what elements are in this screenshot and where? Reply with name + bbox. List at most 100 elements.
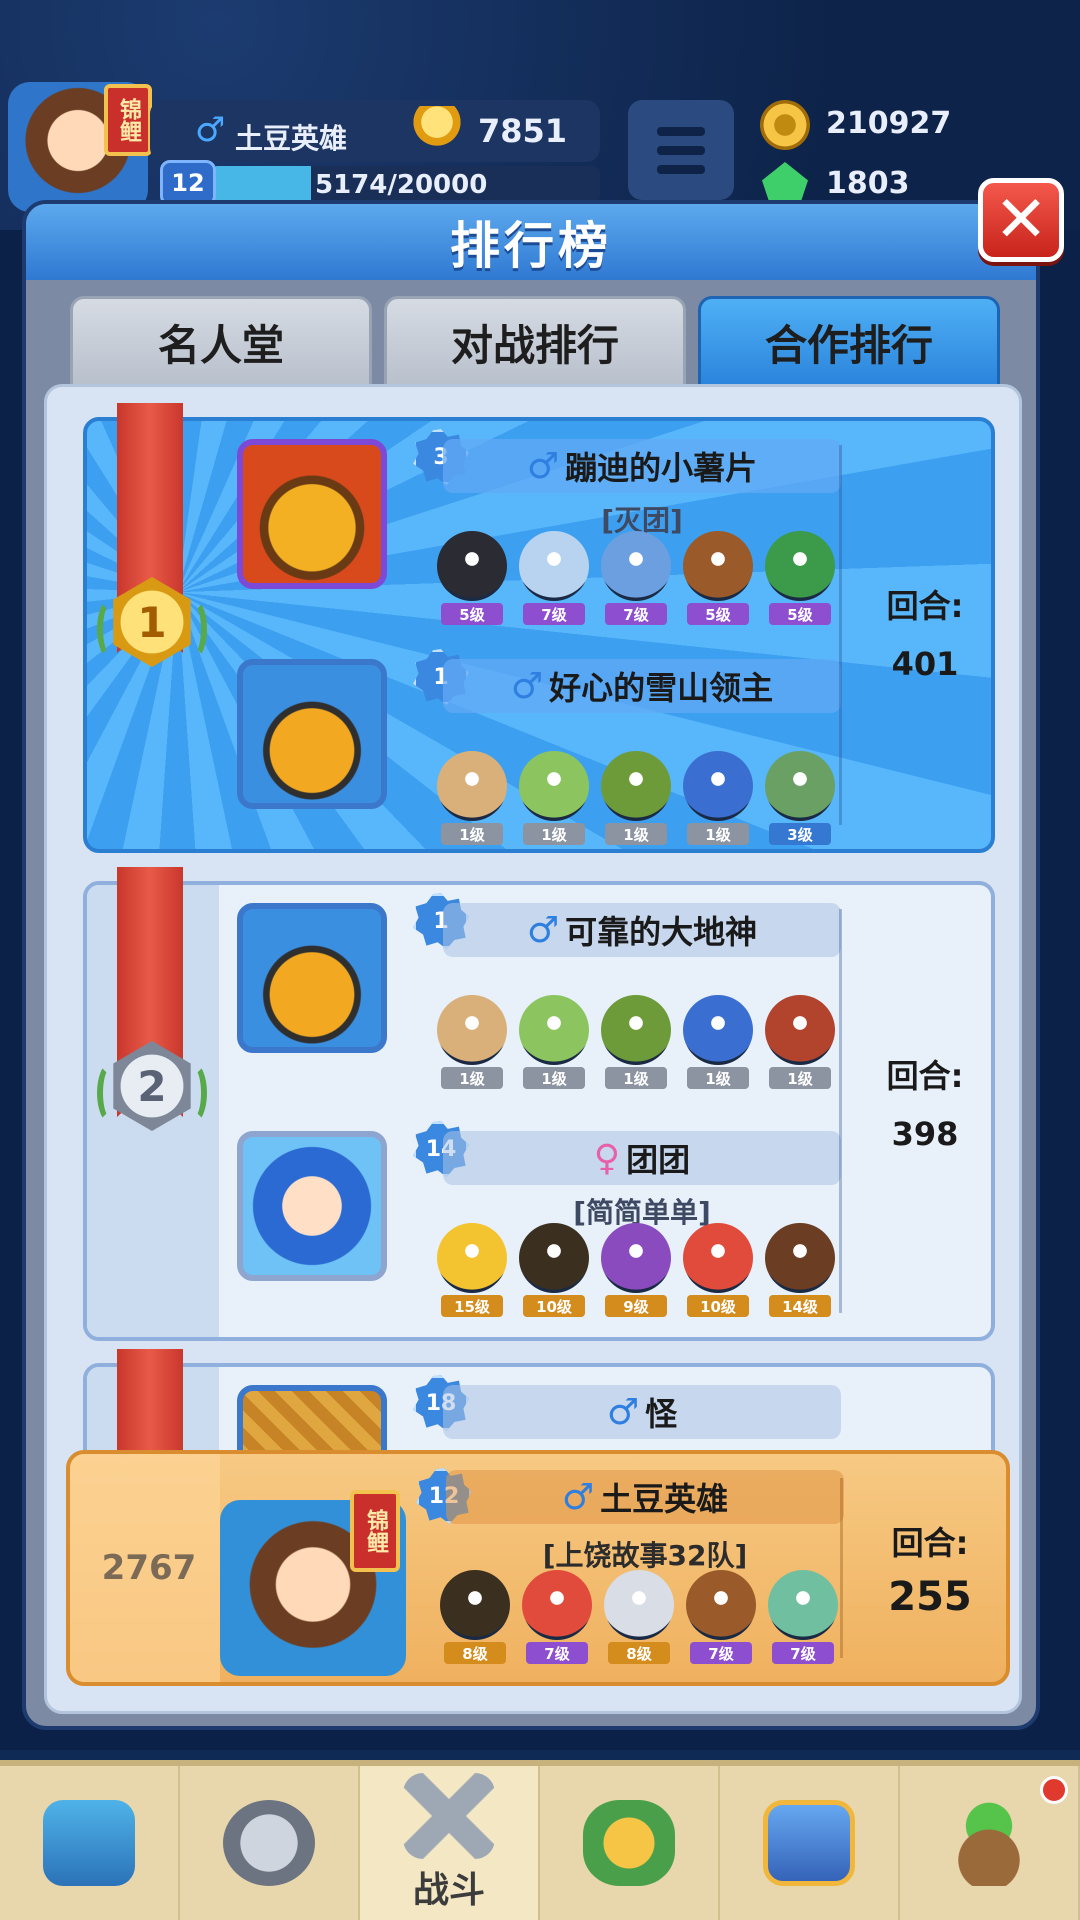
male-icon: ♂	[526, 445, 560, 487]
tab-battle-ranking[interactable]: 对战排行	[384, 296, 686, 388]
nav-heroes[interactable]	[180, 1766, 360, 1920]
trophy-icon	[412, 106, 462, 152]
hero-level-badge: 10级	[523, 1295, 585, 1317]
leaderboard-tabs: 名人堂 对战排行 合作排行	[70, 296, 1000, 388]
nav-label: 战斗	[412, 1870, 485, 1911]
hero-portrait[interactable]: 1级	[519, 751, 591, 851]
hero-portrait[interactable]: 1级	[765, 995, 837, 1095]
menu-button[interactable]	[628, 100, 734, 200]
nav-battle[interactable]: 战斗	[360, 1766, 540, 1920]
hero-portrait[interactable]: 8级	[604, 1570, 676, 1670]
hero-face-icon	[601, 1223, 671, 1293]
hero-portrait[interactable]: 7级	[686, 1570, 758, 1670]
hero-portrait[interactable]: 9级	[601, 1223, 673, 1323]
hero-portrait[interactable]: 8级	[440, 1570, 512, 1670]
hero-face-icon	[519, 1223, 589, 1293]
trophy-count: 7851	[478, 112, 568, 150]
crossed-swords-icon	[403, 1773, 495, 1859]
team-member-row[interactable]: 1 ♂ 可靠的大地神 1级 1级 1级 1级 1级	[237, 891, 841, 1091]
hero-face-icon	[437, 751, 507, 821]
player-avatar[interactable]	[237, 1131, 387, 1281]
player-avatar[interactable]	[237, 659, 387, 809]
hero-portrait[interactable]: 10级	[519, 1223, 591, 1323]
hero-portrait[interactable]: 1级	[601, 751, 673, 851]
hero-portrait[interactable]: 15级	[437, 1223, 509, 1323]
my-rank-number: 2767	[101, 1548, 197, 1588]
round-label: 回合:	[886, 587, 964, 625]
chest-icon	[43, 1800, 135, 1886]
hero-level-badge: 1级	[523, 823, 585, 845]
hero-face-icon	[440, 1570, 510, 1640]
hero-portrait[interactable]: 14级	[765, 1223, 837, 1323]
nav-ranking[interactable]	[540, 1766, 720, 1920]
name-plate: ♂ 土豆英雄	[446, 1470, 844, 1524]
coin-count: 210927	[826, 106, 952, 141]
hero-level-badge: 1级	[605, 823, 667, 845]
player-name: 好心的雪山领主	[549, 669, 774, 707]
hero-face-icon	[522, 1570, 592, 1640]
rank-card-1[interactable]: 1 3 ♂ 蹦迪的小薯片 [灭团] 5级 7级 7级 5级 5级 1 ♂ 好心的雪山领主…	[83, 403, 995, 853]
hero-portrait[interactable]: 3级	[765, 751, 837, 851]
hero-face-icon	[765, 751, 835, 821]
hero-portrait[interactable]: 7级	[768, 1570, 840, 1670]
hero-level-badge: 10级	[687, 1295, 749, 1317]
my-ranking-card[interactable]: 2767 锦鲤 12 ♂ 土豆英雄 [上饶故事32队] 8级 7级 8级 7级 7级 回…	[66, 1450, 1010, 1686]
hero-portrait[interactable]: 10级	[683, 1223, 755, 1323]
hero-portrait[interactable]: 1级	[601, 995, 673, 1095]
hero-portrait[interactable]: 1级	[683, 751, 755, 851]
hero-face-icon	[604, 1570, 674, 1640]
team-member-row[interactable]: 3 ♂ 蹦迪的小薯片 [灭团] 5级 7级 7级 5级 5级	[237, 427, 841, 627]
hero-portrait[interactable]: 1级	[683, 995, 755, 1095]
xp-bar-fill	[210, 166, 311, 202]
rank-card-2[interactable]: 2 1 ♂ 可靠的大地神 1级 1级 1级 1级 1级 14 ♀ 团团 [简简单单] 1…	[83, 867, 995, 1341]
hero-portrait[interactable]: 7级	[522, 1570, 594, 1670]
hero-portrait[interactable]: 5级	[437, 531, 509, 631]
hero-face-icon	[519, 751, 589, 821]
hero-level-badge: 7级	[690, 1642, 752, 1664]
hero-portrait[interactable]: 7级	[519, 531, 591, 631]
female-icon: ♀	[593, 1137, 621, 1179]
hero-face-icon	[519, 531, 589, 601]
player-name: 土豆英雄	[235, 122, 348, 155]
friends-icon	[763, 1800, 855, 1886]
player-avatar[interactable]	[237, 439, 387, 589]
nav-garden[interactable]	[900, 1766, 1080, 1920]
avatar-tag: 锦鲤	[104, 84, 152, 156]
player-name: 怪	[645, 1395, 678, 1433]
male-icon: ♂	[561, 1476, 595, 1518]
team-member-row[interactable]: 1 ♂ 好心的雪山领主 1级 1级 1级 1级 3级	[237, 647, 841, 847]
close-button[interactable]: ✕	[978, 178, 1064, 262]
hero-portrait[interactable]: 1级	[519, 995, 591, 1095]
sprout-icon	[943, 1800, 1035, 1886]
player-avatar[interactable]	[237, 903, 387, 1053]
hero-portrait[interactable]: 1级	[437, 995, 509, 1095]
hero-face-icon	[765, 995, 835, 1065]
hero-face-icon	[683, 995, 753, 1065]
player-name: 可靠的大地神	[565, 913, 758, 951]
hero-face-icon	[765, 531, 835, 601]
hero-level-badge: 1级	[769, 1067, 831, 1089]
hero-lineup: 15级 10级 9级 10级 14级	[437, 1223, 857, 1323]
round-label: 回合:	[886, 1057, 964, 1095]
round-value: 255	[888, 1574, 972, 1620]
round-label: 回合:	[891, 1524, 969, 1562]
hero-portrait[interactable]: 1级	[437, 751, 509, 851]
tab-hall-of-fame[interactable]: 名人堂	[70, 296, 372, 388]
hero-portrait[interactable]: 5级	[683, 531, 755, 631]
name-plate: ♂ 可靠的大地神	[443, 903, 841, 957]
nav-friends[interactable]	[720, 1766, 900, 1920]
hero-portrait[interactable]: 7级	[601, 531, 673, 631]
hero-face-icon	[768, 1570, 838, 1640]
hero-lineup: 8级 7级 8级 7级 7级	[440, 1570, 860, 1670]
nav-chest[interactable]	[0, 1766, 180, 1920]
divider	[839, 909, 842, 1313]
team-member-row[interactable]: 14 ♀ 团团 [简简单单] 15级 10级 9级 10级 14级	[237, 1119, 841, 1319]
round-value: 398	[891, 1115, 959, 1153]
player-name: 土豆英雄	[600, 1480, 729, 1518]
hero-portrait[interactable]: 5级	[765, 531, 837, 631]
hero-lineup: 1级 1级 1级 1级 1级	[437, 995, 857, 1095]
hero-level-badge: 1级	[441, 1067, 503, 1089]
tab-label: 合作排行	[764, 320, 933, 370]
hero-lineup: 5级 7级 7级 5级 5级	[437, 531, 857, 631]
tab-coop-ranking[interactable]: 合作排行	[698, 296, 1000, 388]
